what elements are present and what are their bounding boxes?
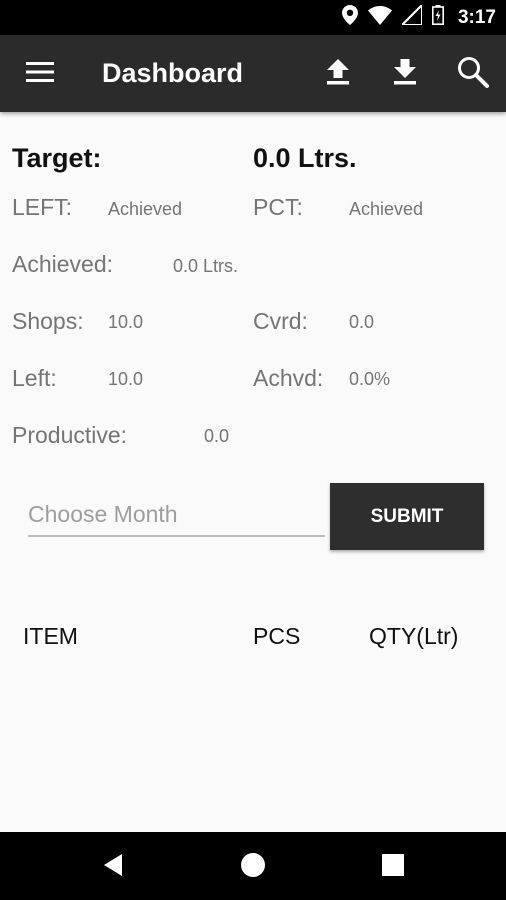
dashboard-content: Target: 0.0 Ltrs. LEFT: Achieved PCT: Ac… <box>0 112 506 832</box>
submit-button[interactable]: SUBMIT <box>330 483 484 550</box>
recents-icon <box>382 853 404 881</box>
home-icon <box>240 852 266 883</box>
app-bar: Dashboard <box>0 35 506 112</box>
menu-icon <box>26 61 54 87</box>
back-icon <box>102 853 124 882</box>
left-shops-label: Left: <box>12 365 57 391</box>
pct-value: Achieved <box>349 199 424 219</box>
cvrd-label: Cvrd: <box>253 308 308 334</box>
shops-value: 10.0 <box>108 312 144 332</box>
home-button[interactable] <box>238 852 268 882</box>
productive-value: 0.0 <box>204 426 230 446</box>
upload-button[interactable] <box>318 54 358 94</box>
qty-column-header: QTY(Ltr) <box>369 623 459 649</box>
back-button[interactable] <box>98 852 128 882</box>
achieved-value: 0.0 Ltrs. <box>173 256 239 276</box>
navigation-bar <box>0 832 506 900</box>
productive-label: Productive: <box>12 422 128 448</box>
cvrd-value: 0.0 <box>349 312 375 332</box>
achvd-label: Achvd: <box>253 365 324 391</box>
pcs-column-header: PCS <box>253 623 301 649</box>
upload-icon <box>326 58 350 90</box>
status-time: 3:17 <box>457 6 496 28</box>
choose-month-input[interactable] <box>28 497 325 537</box>
item-column-header: ITEM <box>23 623 78 649</box>
page-title: Dashboard <box>102 58 244 88</box>
search-button[interactable] <box>453 54 493 94</box>
download-button[interactable] <box>385 54 425 94</box>
achieved-label: Achieved: <box>12 251 114 277</box>
recents-button[interactable] <box>378 852 408 882</box>
target-value: 0.0 Ltrs. <box>253 143 357 173</box>
left-label: LEFT: <box>12 194 73 220</box>
location-icon <box>341 5 358 30</box>
menu-button[interactable] <box>20 54 60 94</box>
no-signal-icon <box>399 2 423 30</box>
target-label: Target: <box>12 143 102 173</box>
wifi-icon <box>367 5 392 30</box>
left-value: Achieved <box>108 199 183 219</box>
left-shops-value: 10.0 <box>108 369 144 389</box>
achvd-value: 0.0% <box>349 369 391 389</box>
download-icon <box>393 58 417 90</box>
search-icon <box>457 56 489 93</box>
shops-label: Shops: <box>12 308 84 334</box>
battery-icon <box>431 5 444 30</box>
pct-label: PCT: <box>253 194 303 220</box>
status-icons: 3:17 <box>341 0 496 35</box>
status-bar: 3:17 <box>0 0 506 35</box>
